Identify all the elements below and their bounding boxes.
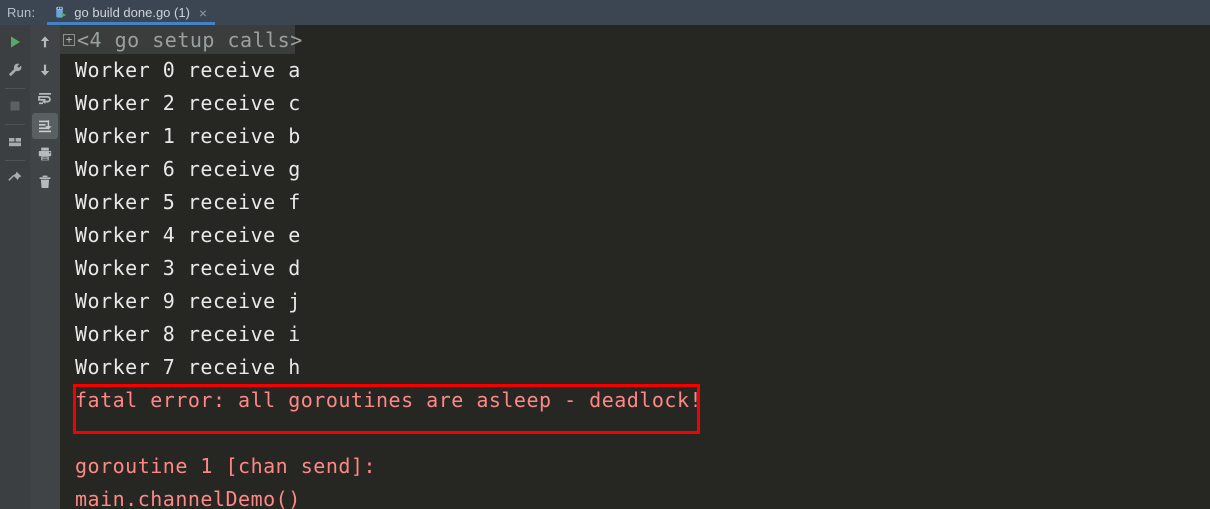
stop-square-icon [10, 101, 20, 111]
console-line: Worker 7 receive h [75, 355, 301, 379]
pin-button[interactable] [2, 165, 28, 191]
console-line: Worker 9 receive j [75, 289, 301, 313]
run-actions-toolbar [0, 25, 30, 509]
console-line: Worker 0 receive a [75, 58, 301, 82]
rerun-button[interactable] [2, 29, 28, 55]
clear-all-button[interactable] [32, 169, 58, 195]
arrow-up-icon [40, 36, 50, 48]
folded-region-row[interactable]: + <4 go setup calls> [60, 25, 302, 54]
play-icon [11, 36, 20, 48]
tab-title: go build done.go (1) [74, 5, 190, 20]
print-button[interactable] [32, 141, 58, 167]
toolbar-separator [5, 88, 25, 89]
go-run-configuration-icon [56, 6, 67, 18]
tab-go-build-done[interactable]: go build done.go (1) × [47, 0, 216, 25]
console-line: Worker 3 receive d [75, 256, 301, 280]
scroll-to-end-icon [39, 120, 52, 133]
stop-button[interactable] [2, 93, 28, 119]
console-line: Worker 2 receive c [75, 91, 301, 115]
console-lines: Worker 0 receive a Worker 2 receive c Wo… [75, 54, 702, 509]
expand-fold-icon[interactable]: + [63, 33, 75, 46]
error-highlight-box [73, 384, 700, 434]
soft-wrap-icon [38, 93, 51, 105]
arrow-down-icon [40, 64, 50, 76]
console-line: Worker 8 receive i [75, 322, 301, 346]
folded-region-label: <4 go setup calls> [77, 27, 303, 52]
trash-icon [39, 175, 51, 188]
next-occurrence-button[interactable] [32, 57, 58, 83]
run-label: Run: [7, 5, 36, 20]
console-actions-toolbar [30, 25, 60, 509]
run-tool-window: Run: go build done.go (1) × + <4 go setu… [0, 0, 1210, 509]
console-output-area[interactable]: + <4 go setup calls> Worker 0 receive a … [60, 25, 1210, 509]
soft-wrap-button[interactable] [32, 85, 58, 111]
toolbar-separator [5, 124, 25, 125]
wrench-icon [8, 63, 22, 77]
prev-occurrence-button[interactable] [32, 29, 58, 55]
layout-button[interactable] [2, 129, 28, 155]
pin-icon [8, 171, 22, 181]
console-line: Worker 5 receive f [75, 190, 301, 214]
console-line-goroutine: goroutine 1 [chan send]: [75, 454, 376, 478]
console-line: Worker 1 receive b [75, 124, 301, 148]
settings-button[interactable] [2, 57, 28, 83]
run-window-header: Run: go build done.go (1) × [0, 0, 1210, 25]
printer-icon [38, 147, 52, 161]
console-line-stacktrace: main.channelDemo() [75, 487, 301, 509]
toolbar-separator [5, 160, 25, 161]
console-line: Worker 6 receive g [75, 157, 301, 181]
restore-layout-icon [9, 138, 21, 147]
close-icon[interactable]: × [199, 6, 207, 20]
scroll-to-end-button[interactable] [32, 113, 58, 139]
console-line: Worker 4 receive e [75, 223, 301, 247]
